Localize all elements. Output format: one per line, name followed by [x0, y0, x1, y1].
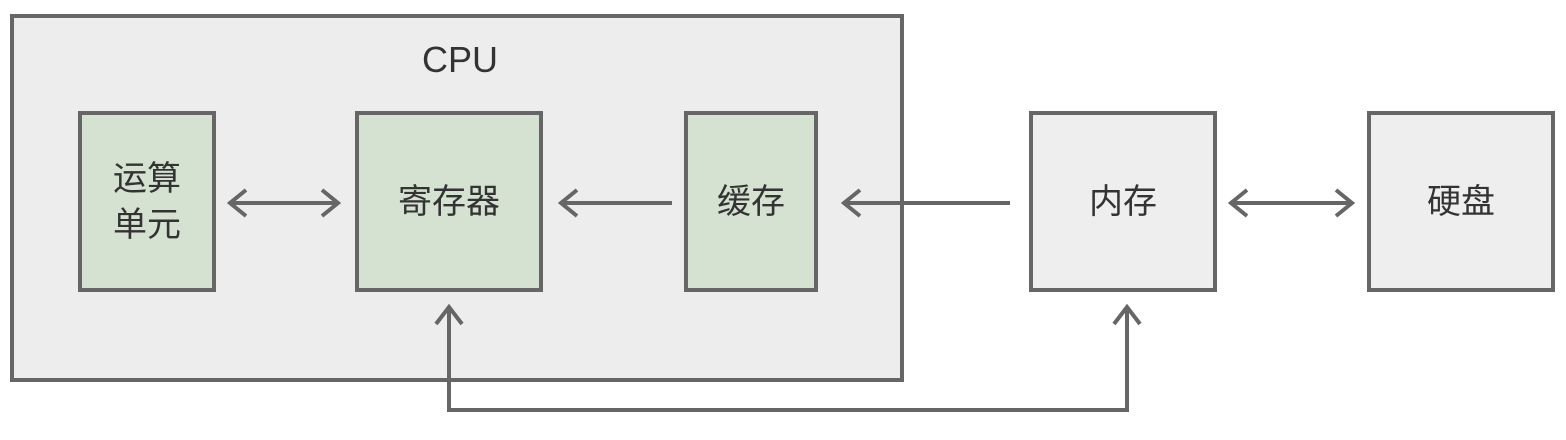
connector-layer	[226, 188, 1356, 412]
register-memory-arrow	[447, 310, 1129, 412]
